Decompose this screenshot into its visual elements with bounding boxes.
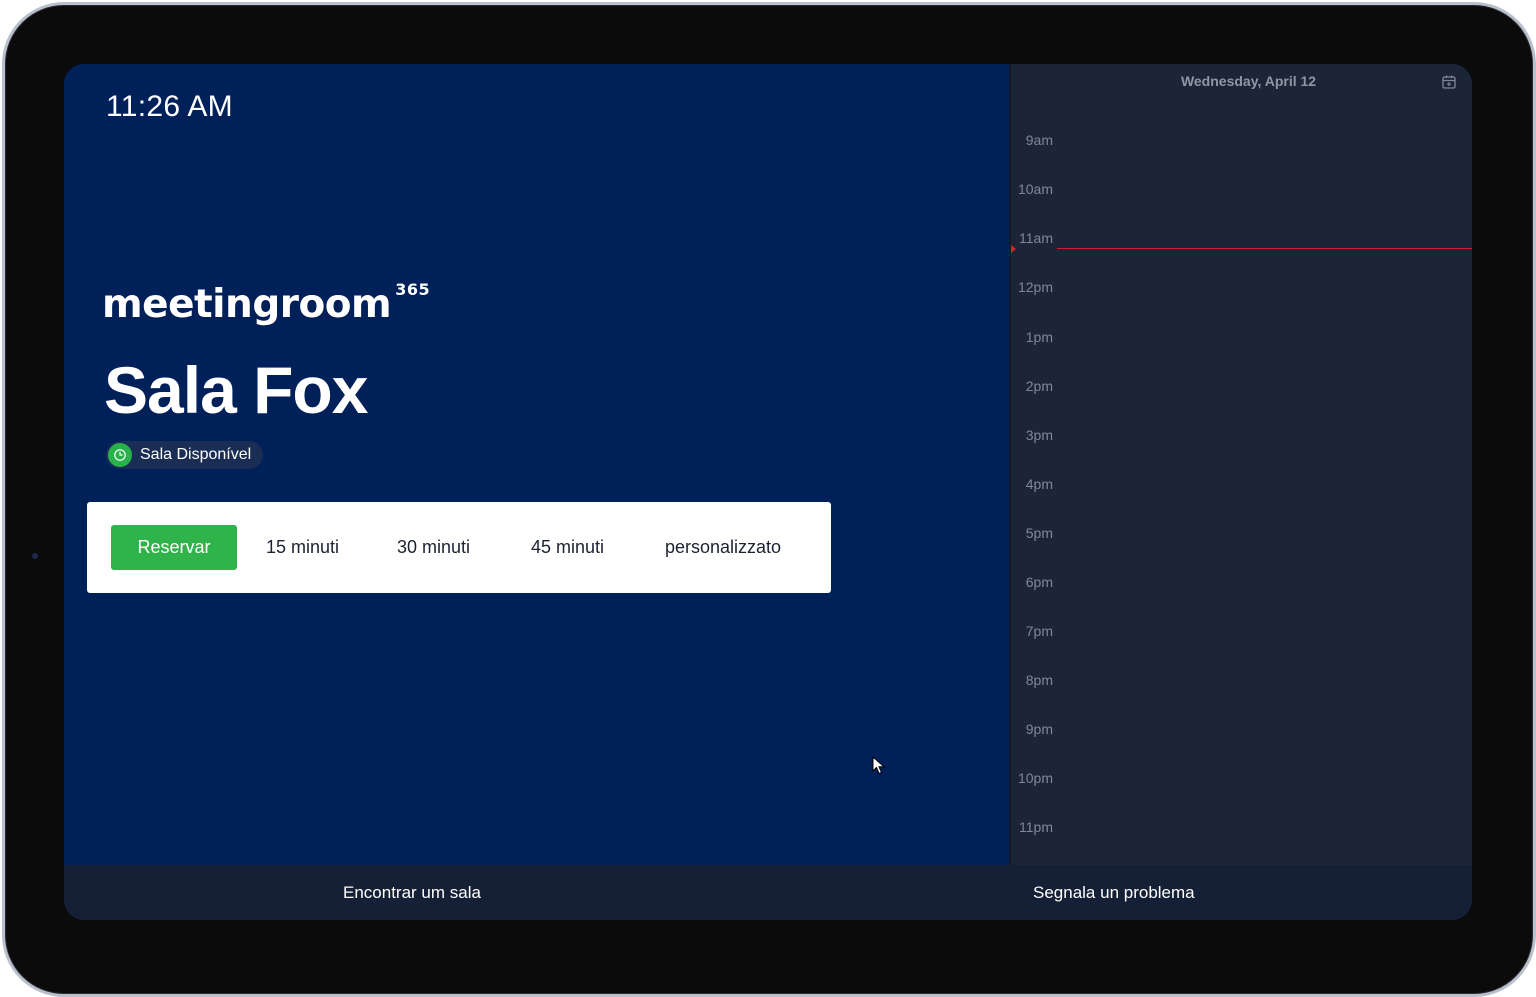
hour-label: 10pm	[1017, 770, 1053, 786]
hour-label: 5pm	[1025, 525, 1053, 541]
room-status-label: Sala Disponível	[140, 446, 252, 463]
hour-label: 2pm	[1025, 378, 1053, 394]
hour-label: 9am	[1025, 132, 1053, 148]
hour-label: 3pm	[1025, 427, 1053, 443]
hour-label: 7pm	[1025, 623, 1053, 639]
hour-label: 11pm	[1019, 819, 1053, 835]
brand-name: meetingroom	[102, 282, 392, 327]
current-time: 11:26 AM	[106, 90, 233, 123]
report-problem-button[interactable]: Segnala un problema	[1033, 865, 1195, 920]
duration-45-button[interactable]: 45 minuti	[531, 537, 604, 558]
find-room-button[interactable]: Encontrar um sala	[343, 865, 481, 920]
room-status-panel: 11:26 AM meetingroom 365 Sala Fox Sala Di…	[64, 64, 1009, 865]
room-status-badge: Sala Disponível	[106, 441, 264, 469]
room-name: Sala Fox	[104, 353, 368, 427]
hour-label: 11am	[1019, 230, 1053, 246]
duration-custom-button[interactable]: personalizzato	[665, 537, 781, 558]
hour-label: 10am	[1017, 181, 1053, 197]
front-camera	[32, 553, 38, 559]
reserve-button[interactable]: Reservar	[111, 525, 237, 570]
footer-bar: Encontrar um sala Segnala un problema	[64, 865, 1472, 920]
calendar-date: Wednesday, April 12	[1180, 73, 1317, 89]
hour-label: 12pm	[1017, 279, 1053, 295]
room-display-screen: 11:26 AM meetingroom 365 Sala Fox Sala Di…	[64, 64, 1472, 920]
calendar-icon[interactable]	[1441, 74, 1457, 90]
calendar-panel: Wednesday, April 12 9am 10am 11am 12pm 1…	[1009, 64, 1472, 865]
hour-label: 4pm	[1025, 476, 1053, 492]
clock-icon	[108, 443, 132, 467]
mouse-cursor-icon	[872, 756, 886, 775]
hour-label: 1pm	[1025, 329, 1053, 345]
hour-label: 8pm	[1025, 672, 1053, 688]
hour-label: 6pm	[1025, 574, 1053, 590]
duration-30-button[interactable]: 30 minuti	[397, 537, 470, 558]
current-time-marker	[1011, 245, 1016, 253]
booking-bar: Reservar 15 minuti 30 minuti 45 minuti p…	[87, 502, 831, 593]
current-time-line	[1057, 248, 1472, 249]
brand-logo: meetingroom 365	[102, 280, 431, 327]
brand-suffix: 365	[395, 280, 431, 299]
duration-15-button[interactable]: 15 minuti	[266, 537, 339, 558]
hour-label: 9pm	[1025, 721, 1053, 737]
